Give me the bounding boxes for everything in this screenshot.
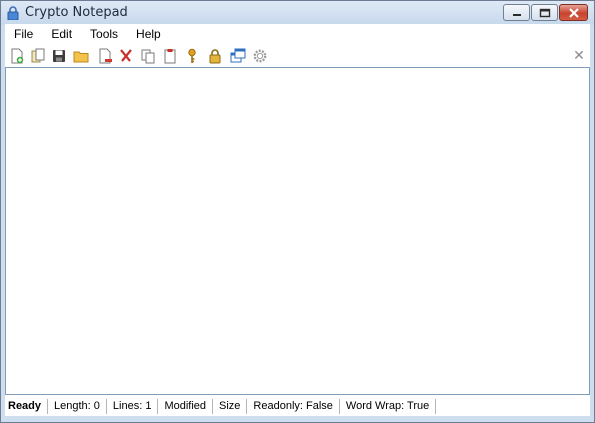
- menu-tools[interactable]: Tools: [81, 24, 127, 44]
- close-button[interactable]: [559, 4, 588, 21]
- minimize-button[interactable]: [503, 4, 530, 21]
- open-folder-icon[interactable]: [72, 47, 90, 65]
- close-icon[interactable]: ✕: [572, 47, 586, 63]
- menu-file[interactable]: File: [5, 24, 42, 44]
- always-on-top-icon[interactable]: [229, 47, 247, 65]
- window-title: Crypto Notepad: [25, 5, 128, 20]
- status-ready: Ready: [5, 399, 49, 414]
- title-bar[interactable]: Crypto Notepad: [1, 1, 594, 25]
- status-modified: Modified: [158, 399, 214, 414]
- lock-icon[interactable]: [206, 47, 224, 65]
- open-recent-icon[interactable]: [29, 47, 47, 65]
- menu-edit[interactable]: Edit: [42, 24, 81, 44]
- toolbar: ✕: [5, 46, 590, 66]
- padlock-icon[interactable]: [7, 6, 19, 21]
- caption-buttons: [503, 4, 588, 21]
- delete-file-icon[interactable]: [96, 47, 114, 65]
- status-bar: Ready Length: 0 Lines: 1 Modified Size R…: [5, 397, 590, 416]
- client-area: File Edit Tools Help ✕ Ready Length: 0 L…: [5, 24, 590, 416]
- new-file-icon[interactable]: [8, 47, 26, 65]
- menu-help[interactable]: Help: [127, 24, 170, 44]
- status-size: Size: [213, 399, 248, 414]
- status-lines: Lines: 1: [107, 399, 159, 414]
- status-length: Length: 0: [48, 399, 107, 414]
- status-word-wrap: Word Wrap: True: [340, 399, 437, 414]
- settings-icon[interactable]: [251, 47, 269, 65]
- status-readonly: Readonly: False: [247, 399, 340, 414]
- save-icon[interactable]: [50, 47, 68, 65]
- app-window: Crypto Notepad File Edit Tools Help ✕ Re…: [0, 0, 595, 423]
- copy-icon[interactable]: [139, 47, 157, 65]
- menu-bar: File Edit Tools Help: [5, 24, 590, 44]
- paste-icon[interactable]: [161, 47, 179, 65]
- maximize-button[interactable]: [531, 4, 558, 21]
- text-editor[interactable]: [5, 67, 590, 395]
- change-key-icon[interactable]: [183, 47, 201, 65]
- cut-icon[interactable]: [117, 47, 135, 65]
